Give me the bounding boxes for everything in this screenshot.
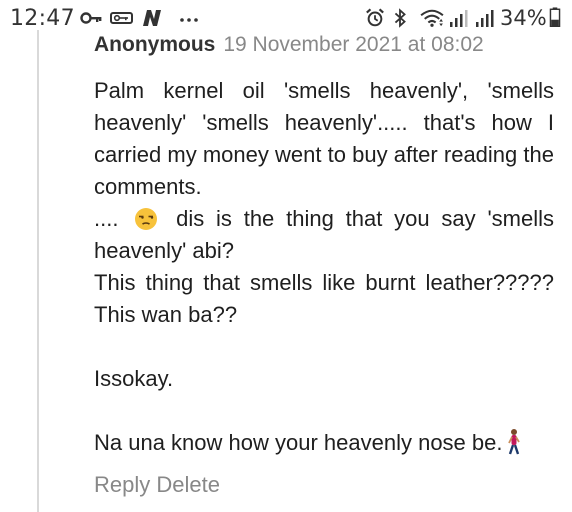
vpn-key-icon (110, 12, 133, 24)
more-notifications-icon (180, 18, 198, 22)
battery-percent: 34% (500, 6, 547, 30)
comment-author[interactable]: Anonymous (94, 33, 215, 56)
battery-icon (549, 7, 561, 27)
key-icon (80, 12, 102, 24)
comment-body: Palm kernel oil 'smells heavenly', 'smel… (94, 75, 554, 459)
unamused-face-emoji (135, 208, 158, 230)
woman-walking-emoji (508, 429, 521, 455)
signal-icon (476, 10, 494, 27)
signal-icon (450, 10, 468, 27)
comment-paragraph: Issokay. (94, 366, 174, 391)
comment-paragraph: This thing that smells like burnt leathe… (94, 270, 554, 327)
reply-link[interactable]: Reply (94, 472, 150, 497)
bluetooth-icon (394, 8, 406, 28)
delete-link[interactable]: Delete (156, 472, 220, 497)
status-time: 12:47 (10, 6, 75, 31)
comment-text: dis is the thing that you say 'smells he… (94, 206, 554, 263)
comment-paragraph: Palm kernel oil 'smells heavenly', 'smel… (94, 78, 554, 199)
n-app-icon (143, 10, 161, 26)
comment-actions: Reply Delete (94, 472, 220, 498)
comment-header: Anonymous 19 November 2021 at 08:02 (94, 33, 484, 57)
alarm-icon (366, 8, 384, 27)
comment-text: .... (94, 206, 119, 231)
wifi-icon (420, 9, 444, 27)
comment-thread-border (37, 30, 39, 512)
status-bar: 12:47 34% (0, 0, 572, 36)
comment-text: Na una know how your heavenly nose be. (94, 430, 503, 455)
comment-date[interactable]: 19 November 2021 at 08:02 (223, 33, 483, 56)
comment-paragraph: .... dis is the thing that you say 'smel… (94, 203, 554, 267)
comment-paragraph: Na una know how your heavenly nose be. (94, 427, 554, 459)
